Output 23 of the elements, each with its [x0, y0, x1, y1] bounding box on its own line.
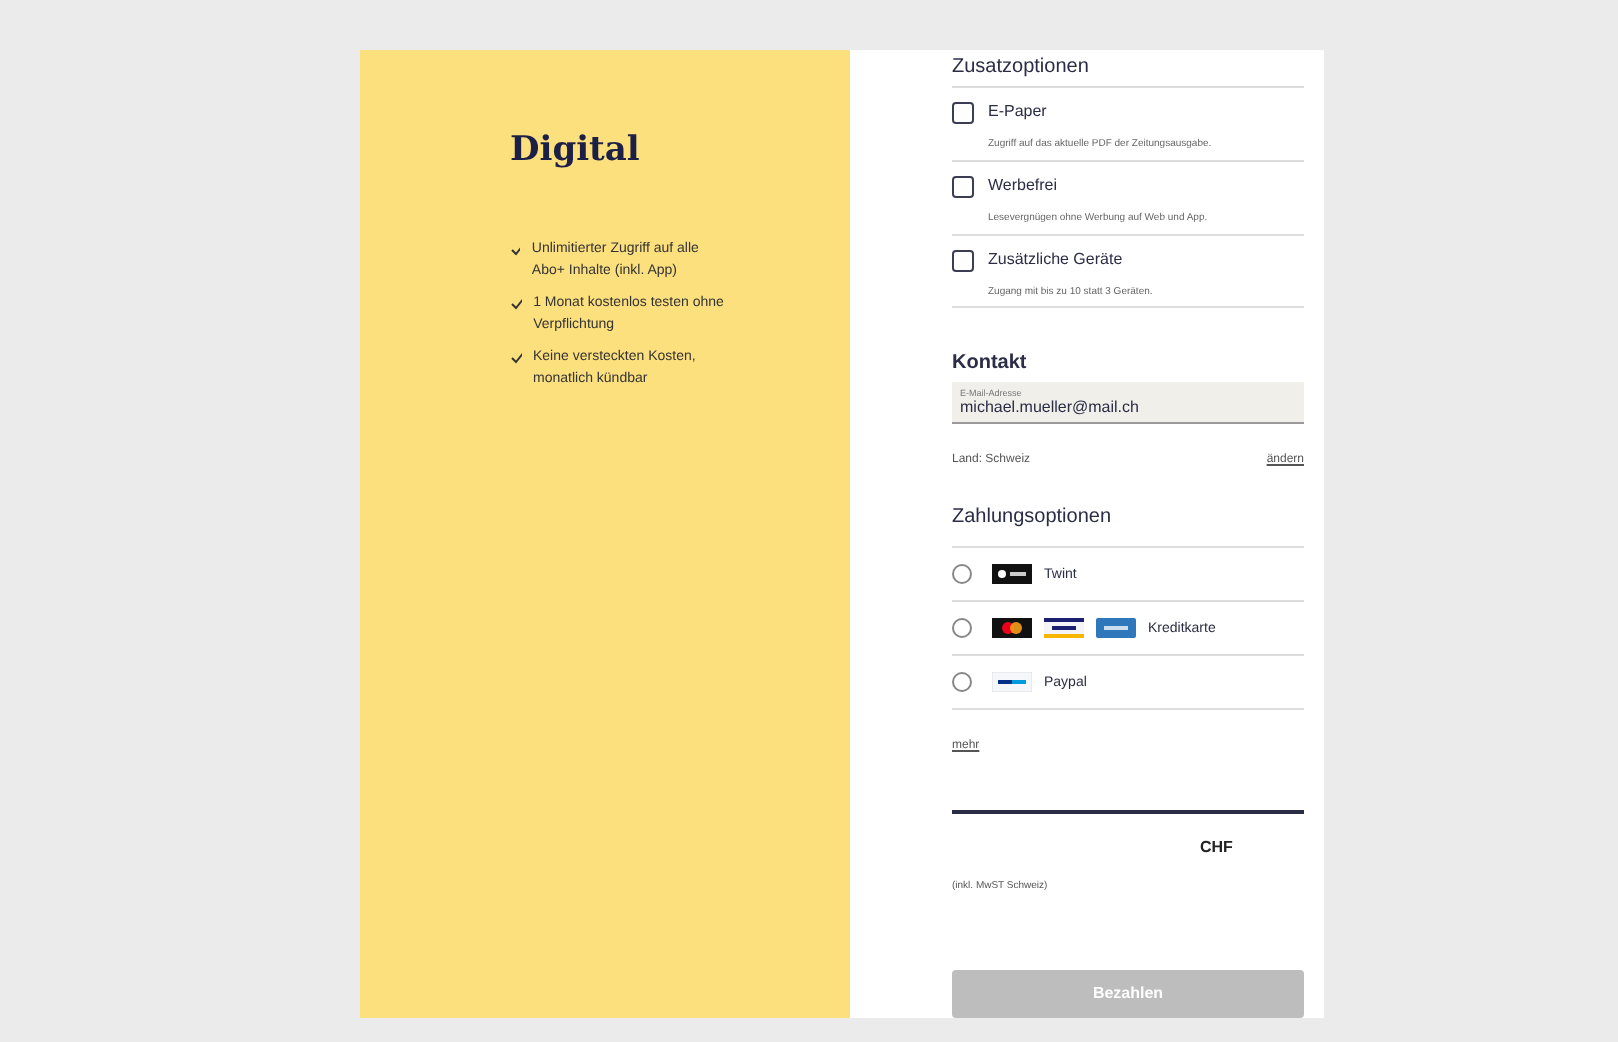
checkbox[interactable] — [952, 102, 974, 124]
radio-button[interactable] — [952, 618, 972, 639]
checkmark-icon — [510, 350, 521, 364]
checkmark-icon — [510, 242, 520, 256]
currency-text: CHF — [1200, 837, 1233, 856]
option-label: Werbefrei — [988, 175, 1060, 198]
paypal-logo-icon — [992, 672, 1032, 693]
radio-button[interactable] — [952, 672, 972, 693]
section-title: Zahlungsoptionen — [952, 506, 1114, 529]
twint-logo-icon — [992, 564, 1032, 585]
mastercard-icon — [992, 618, 1032, 639]
email-input[interactable]: michael.mueller@mail.ch — [960, 398, 1296, 417]
option-label: Zusätzliche Geräte — [988, 249, 1125, 272]
amex-card-icon — [1096, 618, 1136, 639]
option-label: E-Paper — [988, 102, 1049, 124]
checkbox[interactable] — [952, 175, 974, 198]
radio-button[interactable] — [952, 564, 972, 585]
visa-card-icon — [1044, 618, 1084, 639]
section-title: Zusatzoptionen — [952, 56, 1091, 78]
checkbox[interactable] — [952, 249, 974, 272]
product-title: Digital — [510, 130, 642, 170]
checkmark-icon — [510, 296, 522, 310]
section-title: Kontakt — [952, 352, 1029, 375]
